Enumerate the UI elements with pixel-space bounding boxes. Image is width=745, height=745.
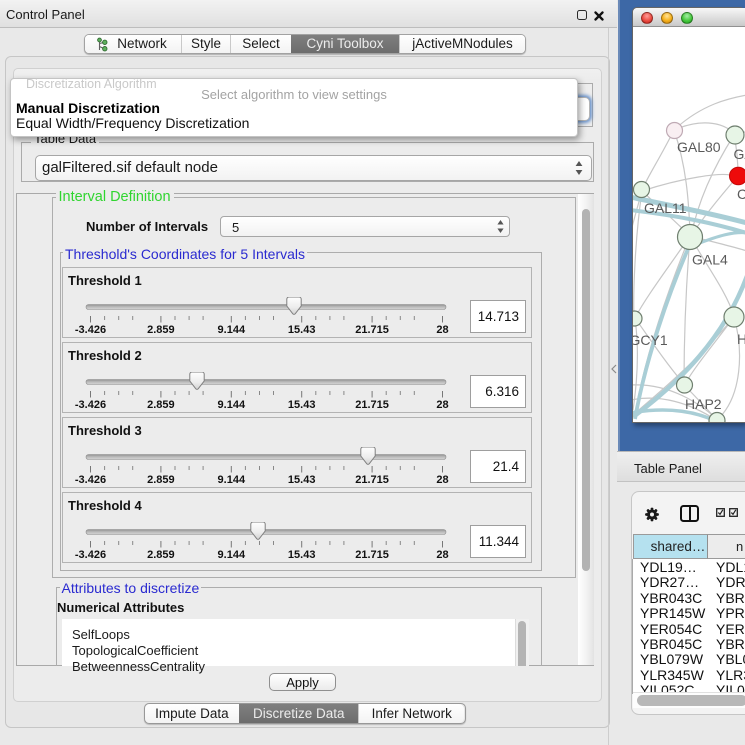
svg-text:28: 28 bbox=[436, 324, 448, 336]
svg-text:28: 28 bbox=[436, 474, 448, 486]
svg-text:-3.426: -3.426 bbox=[75, 324, 106, 336]
svg-text:-3.426: -3.426 bbox=[75, 474, 106, 486]
svg-text:2.859: 2.859 bbox=[147, 399, 175, 411]
svg-text:21.715: 21.715 bbox=[355, 324, 389, 336]
svg-text:2.859: 2.859 bbox=[147, 324, 175, 336]
svg-text:21.715: 21.715 bbox=[355, 474, 389, 486]
svg-text:GA: GA bbox=[734, 146, 745, 162]
svg-text:HAP2: HAP2 bbox=[685, 396, 722, 412]
svg-text:2.859: 2.859 bbox=[147, 474, 175, 486]
svg-text:15.43: 15.43 bbox=[288, 549, 316, 561]
svg-text:21.715: 21.715 bbox=[355, 549, 389, 561]
svg-text:C: C bbox=[737, 186, 745, 202]
svg-text:15.43: 15.43 bbox=[288, 324, 316, 336]
svg-text:H: H bbox=[737, 331, 745, 347]
svg-text:21.715: 21.715 bbox=[355, 399, 389, 411]
svg-text:15.43: 15.43 bbox=[288, 474, 316, 486]
svg-text:9.144: 9.144 bbox=[218, 399, 246, 411]
svg-text:9.144: 9.144 bbox=[218, 324, 246, 336]
svg-text:GAL11: GAL11 bbox=[644, 200, 687, 216]
svg-text:GAL4: GAL4 bbox=[692, 252, 728, 268]
svg-text:28: 28 bbox=[436, 549, 448, 561]
svg-text:9.144: 9.144 bbox=[218, 549, 246, 561]
svg-text:28: 28 bbox=[436, 399, 448, 411]
svg-text:2.859: 2.859 bbox=[147, 549, 175, 561]
svg-text:-3.426: -3.426 bbox=[75, 399, 106, 411]
svg-text:GCY1: GCY1 bbox=[633, 332, 668, 348]
svg-text:15.43: 15.43 bbox=[288, 399, 316, 411]
svg-text:9.144: 9.144 bbox=[218, 474, 246, 486]
svg-text:GAL80: GAL80 bbox=[677, 139, 721, 155]
svg-text:-3.426: -3.426 bbox=[75, 549, 106, 561]
